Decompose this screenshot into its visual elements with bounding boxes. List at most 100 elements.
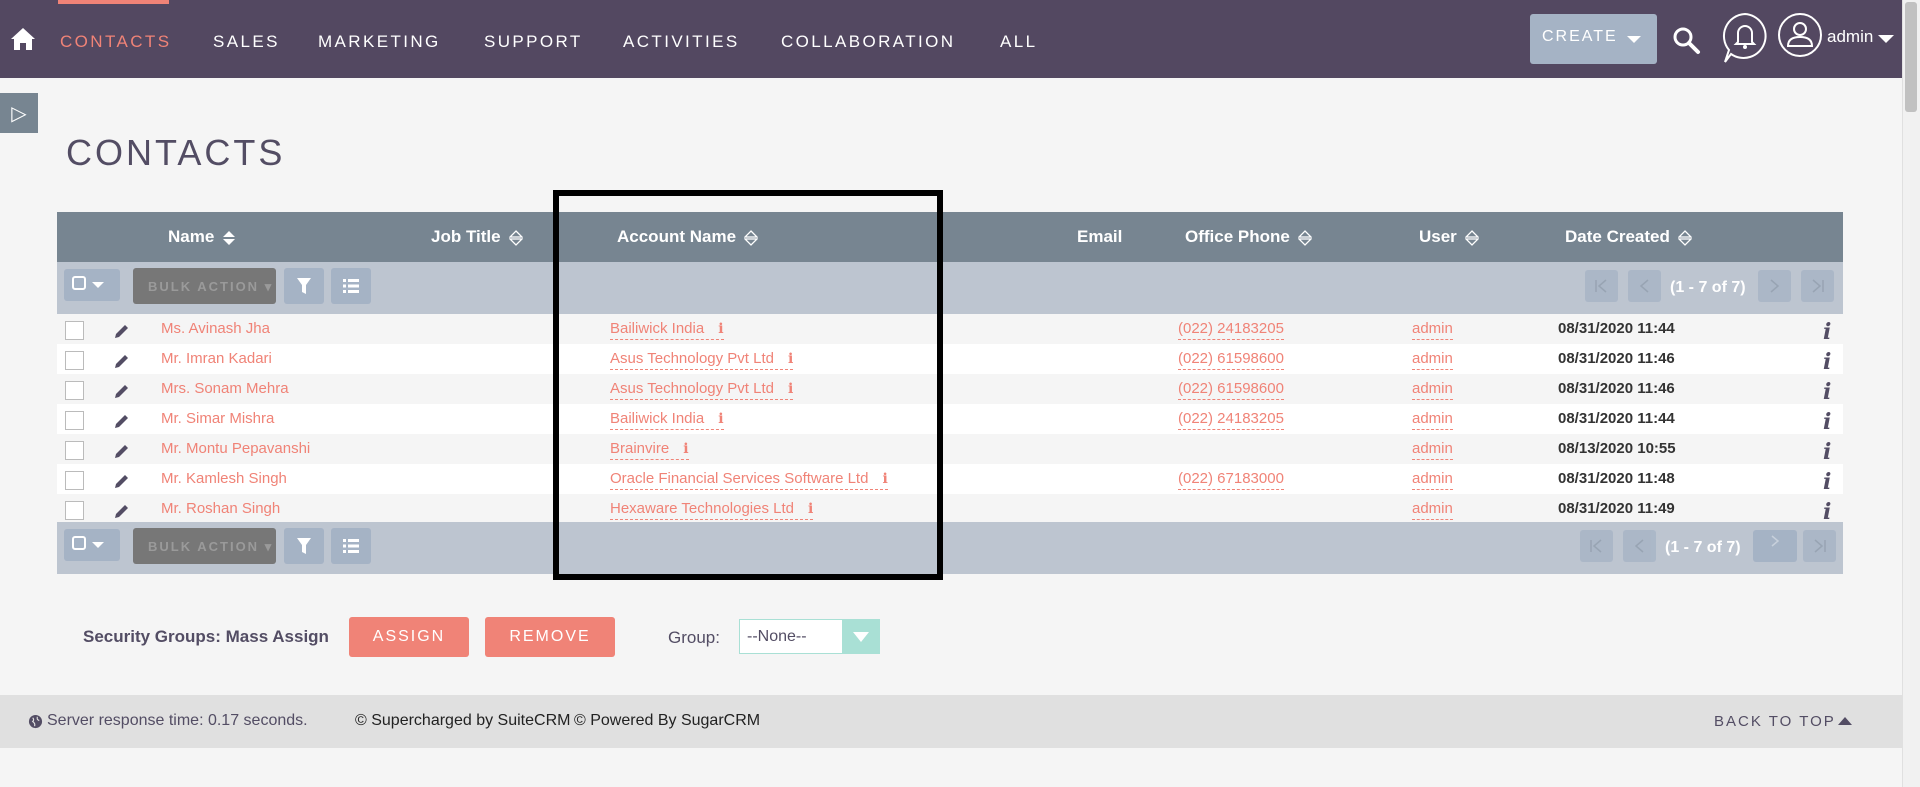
search-icon[interactable]	[1671, 25, 1701, 55]
row-checkbox[interactable]	[65, 351, 84, 370]
info-icon[interactable]: i	[1823, 349, 1831, 375]
nav-tab-all[interactable]: ALL	[1000, 32, 1037, 52]
contact-name-link[interactable]: Mr. Roshan Singh	[161, 500, 280, 517]
select-all-dropdown[interactable]	[64, 529, 120, 561]
office-phone-link[interactable]: (022) 24183205	[1178, 320, 1284, 340]
first-page-button[interactable]	[1580, 530, 1613, 562]
column-chooser-button[interactable]	[331, 268, 371, 304]
sort-icon[interactable]	[508, 229, 523, 246]
sugarcrm-credit-link[interactable]: © Powered By SugarCRM	[574, 712, 760, 730]
account-name-link[interactable]: Oracle Financial Services Software Ltd i	[610, 470, 888, 490]
chevron-down-icon[interactable]	[1878, 35, 1894, 43]
info-icon[interactable]: i	[1823, 379, 1831, 405]
nav-tab-collaboration[interactable]: COLLABORATION	[781, 32, 955, 52]
assigned-user-link[interactable]: admin	[1412, 410, 1453, 430]
first-page-button[interactable]	[1585, 270, 1618, 302]
contact-name-link[interactable]: Mr. Kamlesh Singh	[161, 470, 287, 487]
last-page-button[interactable]	[1803, 530, 1836, 562]
edit-pencil-icon[interactable]	[113, 322, 131, 340]
account-name-link[interactable]: Bailiwick India i	[610, 320, 724, 340]
row-checkbox[interactable]	[65, 441, 84, 460]
filter-button[interactable]	[284, 528, 324, 564]
account-name-link[interactable]: Asus Technology Pvt Ltd i	[610, 350, 794, 370]
column-header-date-created[interactable]: Date Created	[1565, 227, 1692, 247]
previous-page-button[interactable]	[1628, 270, 1661, 302]
nav-tab-support[interactable]: SUPPORT	[484, 32, 583, 52]
contact-name-link[interactable]: Mrs. Sonam Mehra	[161, 380, 289, 397]
create-button[interactable]: CREATE	[1530, 14, 1657, 64]
contact-name-link[interactable]: Ms. Avinash Jha	[161, 320, 270, 337]
assigned-user-link[interactable]: admin	[1412, 350, 1453, 370]
office-phone-link[interactable]: (022) 61598600	[1178, 350, 1284, 370]
user-avatar-icon[interactable]	[1777, 12, 1823, 58]
filter-button[interactable]	[284, 268, 324, 304]
chevron-up-icon[interactable]	[1838, 717, 1852, 725]
contact-name-link[interactable]: Mr. Simar Mishra	[161, 410, 274, 427]
info-icon[interactable]: i	[1823, 469, 1831, 495]
nav-tab-activities[interactable]: ACTIVITIES	[623, 32, 740, 52]
nav-tab-marketing[interactable]: MARKETING	[318, 32, 441, 52]
account-name-link[interactable]: Bailiwick India i	[610, 410, 724, 430]
nav-tab-contacts[interactable]: CONTACTS	[60, 32, 171, 52]
office-phone-link[interactable]: (022) 67183000	[1178, 470, 1284, 490]
edit-pencil-icon[interactable]	[113, 412, 131, 430]
account-name-link[interactable]: Asus Technology Pvt Ltd i	[610, 380, 794, 400]
office-phone-link[interactable]: (022) 61598600	[1178, 380, 1284, 400]
previous-page-button[interactable]	[1623, 530, 1656, 562]
row-checkbox[interactable]	[65, 321, 84, 340]
assigned-user-link[interactable]: admin	[1412, 320, 1453, 340]
account-name-link[interactable]: Hexaware Technologies Ltd i	[610, 500, 814, 520]
suitecrm-credit-link[interactable]: © Supercharged by SuiteCRM	[355, 712, 570, 730]
back-to-top-link[interactable]: BACK TO TOP	[1714, 713, 1836, 730]
contact-name-link[interactable]: Mr. Montu Pepavanshi	[161, 440, 310, 457]
page-scrollbar[interactable]	[1902, 0, 1920, 787]
row-checkbox[interactable]	[65, 411, 84, 430]
info-icon[interactable]: i	[788, 381, 793, 397]
sort-icon[interactable]	[222, 230, 236, 246]
contact-name-link[interactable]: Mr. Imran Kadari	[161, 350, 272, 367]
account-name-link[interactable]: Brainvire i	[610, 440, 689, 460]
next-page-button[interactable]	[1758, 270, 1791, 302]
info-icon[interactable]: i	[808, 501, 813, 517]
column-chooser-button[interactable]	[331, 528, 371, 564]
column-header-account-name[interactable]: Account Name	[617, 227, 759, 247]
bulk-action-button[interactable]: BULK ACTION ▾	[133, 268, 276, 304]
column-header-user[interactable]: User	[1419, 227, 1479, 247]
column-header-name[interactable]: Name	[168, 227, 236, 247]
info-icon[interactable]: i	[718, 321, 723, 337]
sidebar-toggle-button[interactable]: ▷	[0, 93, 38, 133]
notification-bell-icon[interactable]	[1721, 12, 1769, 64]
info-icon[interactable]: i	[788, 351, 793, 367]
assigned-user-link[interactable]: admin	[1412, 440, 1453, 460]
assigned-user-link[interactable]: admin	[1412, 500, 1453, 520]
nav-tab-sales[interactable]: SALES	[213, 32, 280, 52]
sort-icon[interactable]	[1677, 229, 1692, 246]
info-icon[interactable]: i	[882, 471, 887, 487]
column-header-job-title[interactable]: Job Title	[431, 227, 523, 247]
user-menu-name[interactable]: admin	[1827, 27, 1873, 47]
edit-pencil-icon[interactable]	[113, 352, 131, 370]
last-page-button[interactable]	[1801, 270, 1834, 302]
page-scrollbar-thumb[interactable]	[1905, 2, 1917, 112]
row-checkbox[interactable]	[65, 381, 84, 400]
home-icon[interactable]	[10, 26, 36, 52]
info-icon[interactable]: i	[1823, 439, 1831, 465]
info-icon[interactable]: i	[1823, 319, 1831, 345]
info-icon[interactable]: i	[683, 441, 688, 457]
column-header-office-phone[interactable]: Office Phone	[1185, 227, 1312, 247]
sort-icon[interactable]	[1297, 229, 1312, 246]
group-select[interactable]: --None--	[739, 619, 880, 654]
edit-pencil-icon[interactable]	[113, 382, 131, 400]
assigned-user-link[interactable]: admin	[1412, 470, 1453, 490]
bulk-action-button[interactable]: BULK ACTION ▾	[133, 528, 276, 564]
edit-pencil-icon[interactable]	[113, 502, 131, 520]
edit-pencil-icon[interactable]	[113, 442, 131, 460]
remove-button[interactable]: REMOVE	[485, 617, 615, 657]
row-checkbox[interactable]	[65, 501, 84, 520]
edit-pencil-icon[interactable]	[113, 472, 131, 490]
info-icon[interactable]: i	[1823, 409, 1831, 435]
row-checkbox[interactable]	[65, 471, 84, 490]
sort-icon[interactable]	[1464, 229, 1479, 246]
select-all-dropdown[interactable]	[64, 269, 120, 301]
assign-button[interactable]: ASSIGN	[349, 617, 469, 657]
